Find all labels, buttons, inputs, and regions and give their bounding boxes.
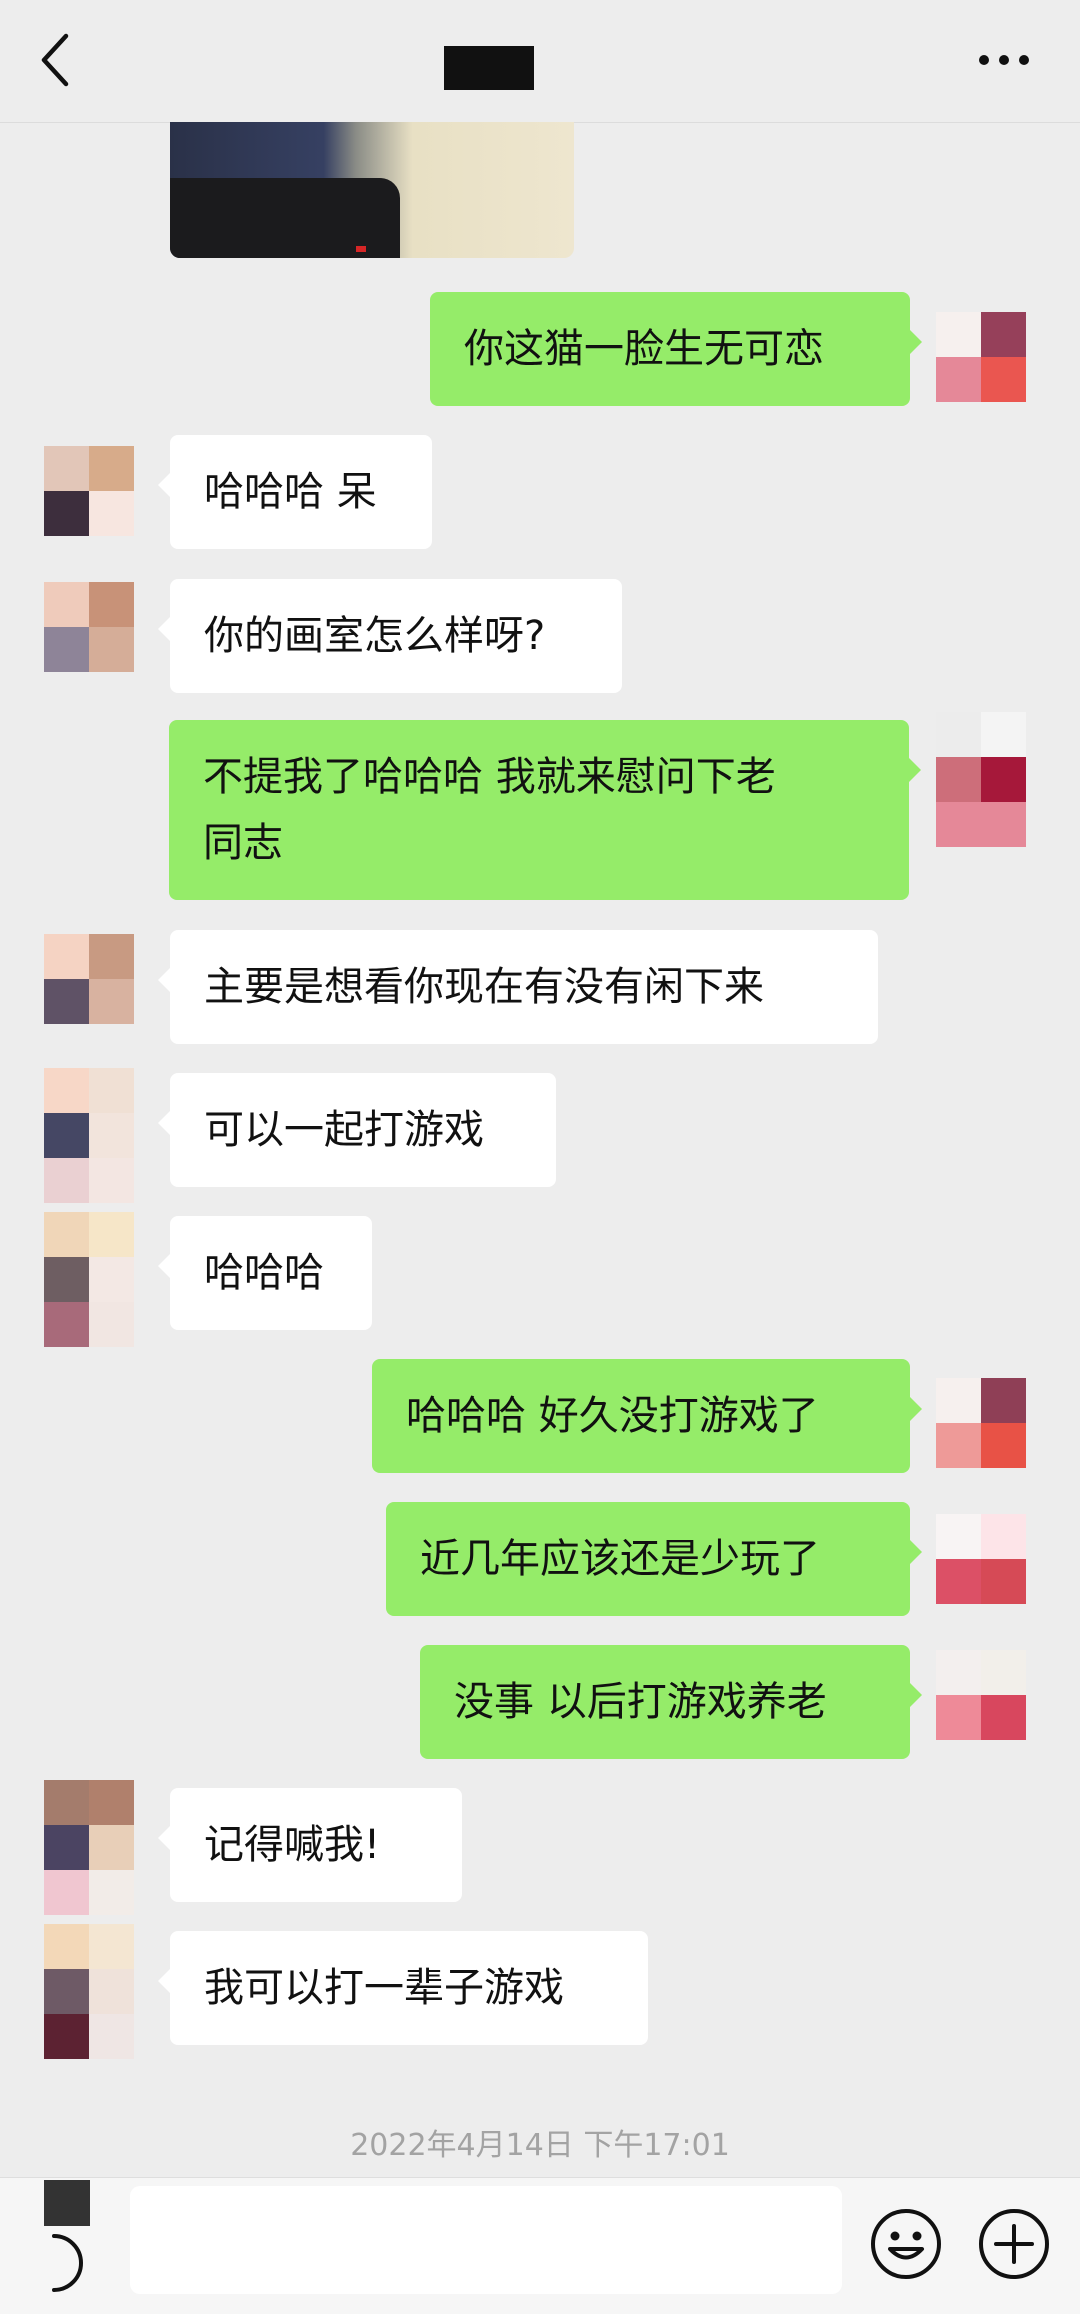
contact-avatar[interactable] <box>44 1068 134 1203</box>
contact-avatar[interactable] <box>44 1212 134 1302</box>
my-avatar[interactable] <box>936 1650 1026 1740</box>
message-bubble[interactable]: 没事 以后打游戏养老 <box>420 1645 922 1759</box>
message-bubble[interactable]: 不提我了哈哈哈 我就来慰问下老 同志 <box>169 720 921 900</box>
my-avatar[interactable] <box>936 1378 1026 1468</box>
my-avatar[interactable] <box>936 712 1026 802</box>
message-bubble[interactable]: 哈哈哈 好久没打游戏了 <box>372 1359 922 1473</box>
chat-title-redacted <box>444 46 534 90</box>
message-bubble[interactable]: 可以一起打游戏 <box>158 1073 556 1187</box>
message-bubble[interactable]: 记得喊我! <box>158 1788 462 1902</box>
ellipsis-icon[interactable] <box>976 52 1032 68</box>
message-bubble[interactable]: 主要是想看你现在有没有闲下来 <box>158 930 878 1044</box>
voice-icon[interactable] <box>40 2230 106 2296</box>
chat-area[interactable]: 你这猫一脸生无可恋 哈哈哈 呆 你的画室怎么样呀? 不提我了哈哈哈 我就来慰问下… <box>0 122 1080 2177</box>
message-bubble[interactable]: 近几年应该还是少玩了 <box>386 1502 922 1616</box>
top-bar <box>0 0 1080 123</box>
contact-avatar[interactable] <box>44 1780 134 1915</box>
contact-avatar[interactable] <box>44 582 134 672</box>
input-bar <box>0 2177 1080 2314</box>
my-avatar[interactable] <box>936 312 1026 402</box>
message-bubble[interactable]: 我可以打一辈子游戏 <box>158 1931 648 2045</box>
message-bubble[interactable]: 你的画室怎么样呀? <box>158 579 622 693</box>
contact-avatar[interactable] <box>44 1302 134 1347</box>
voice-button-redacted <box>44 2180 90 2226</box>
contact-avatar[interactable] <box>44 1924 134 2059</box>
contact-avatar[interactable] <box>44 446 134 536</box>
my-avatar[interactable] <box>936 802 1026 847</box>
shared-photo[interactable] <box>170 122 574 258</box>
message-bubble[interactable]: 你这猫一脸生无可恋 <box>430 292 922 406</box>
plus-icon[interactable] <box>976 2206 1052 2282</box>
message-bubble[interactable]: 哈哈哈 <box>158 1216 372 1330</box>
my-avatar[interactable] <box>936 1514 1026 1604</box>
message-input[interactable] <box>130 2186 842 2294</box>
message-timestamp: 2022年4月14日 下午17:01 <box>350 2128 730 2163</box>
contact-avatar[interactable] <box>44 934 134 1024</box>
message-bubble[interactable]: 哈哈哈 呆 <box>158 435 432 549</box>
emoji-icon[interactable] <box>868 2206 944 2282</box>
chevron-left-icon[interactable] <box>36 30 76 90</box>
